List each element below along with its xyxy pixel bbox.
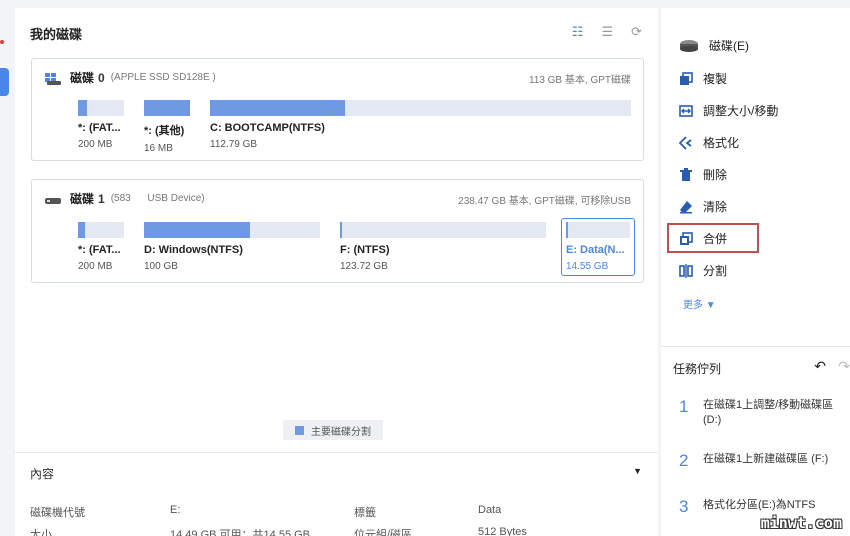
prop-label: 位元組/磁區	[354, 529, 413, 536]
more-actions-link[interactable]: 更多 ▼	[683, 296, 716, 311]
disk-model: (583 USB Device)	[110, 193, 205, 204]
divider	[661, 346, 850, 347]
disk-model: (APPLE SSD SD128E )	[110, 72, 216, 83]
windows-disk-icon	[44, 72, 62, 85]
merge-highlight-box	[667, 223, 759, 253]
page-title: 我的磁碟	[30, 27, 83, 42]
active-nav-tab[interactable]	[0, 68, 9, 96]
task-item[interactable]: 2 在磁碟1上新建磁碟區 (F:)	[679, 452, 849, 470]
disk-panel: 我的磁碟 ☷ ☰ ⟳ 磁碟 0 (APPLE SSD SD128E ) 113 …	[15, 8, 658, 536]
disk-header: 磁碟 1 (583 USB Device)	[44, 190, 205, 207]
disk-info: 113 GB 基本, GPT磁碟	[528, 75, 631, 86]
disk-name: 磁碟	[70, 192, 95, 206]
partition-name: *: (其他)	[144, 125, 185, 137]
disk-number: 0	[98, 70, 105, 85]
partition-size: 200 MB	[78, 261, 113, 272]
format-icon	[679, 135, 693, 150]
partition[interactable]: *: (FAT... 200 MB	[78, 100, 124, 150]
task-number: 3	[679, 497, 689, 516]
clone-icon	[679, 71, 693, 86]
action-disk-label: 磁碟(E)	[709, 39, 749, 53]
partition-size: 123.72 GB	[340, 261, 388, 272]
disk-info: 238.47 GB 基本, GPT磁碟, 可移除USB	[458, 196, 631, 207]
action-label: 複製	[703, 72, 728, 86]
action-label: 調整大小/移動	[703, 104, 779, 118]
task-number: 1	[679, 397, 689, 416]
prop-value: Data	[478, 504, 502, 516]
task-text: 在磁碟1上調整/移動磁碟區(D:)	[703, 399, 834, 426]
partition-size: 112.79 GB	[210, 139, 258, 150]
triangle-down-icon: ▼	[705, 300, 716, 311]
view-toolbar: ☷ ☰ ⟳	[572, 25, 642, 39]
disk-number: 1	[98, 191, 105, 206]
disk-header: 磁碟 0 (APPLE SSD SD128E )	[44, 69, 216, 86]
task-text: 格式化分區(E:)為NTFS	[703, 499, 816, 511]
action-disk-header: 磁碟(E)	[679, 37, 749, 54]
partition[interactable]: D: Windows(NTFS) 100 GB	[144, 222, 320, 272]
partition[interactable]: F: (NTFS) 123.72 GB	[340, 222, 546, 272]
action-label: 分割	[703, 264, 728, 278]
list-view-icon[interactable]: ☰	[601, 25, 613, 39]
left-strip	[0, 0, 15, 536]
prop-label: 標籤	[354, 507, 376, 519]
partition-size: 14.55 GB	[566, 261, 609, 272]
resize-icon	[679, 104, 693, 118]
partition-name: E: Data(N...	[566, 244, 625, 256]
partition-size: 16 MB	[144, 143, 173, 154]
action-delete[interactable]: 刪除	[679, 166, 727, 183]
partition-name: D: Windows(NTFS)	[144, 244, 243, 256]
eraser-icon	[679, 200, 693, 214]
action-format[interactable]: 格式化	[679, 134, 739, 151]
legend-swatch	[295, 425, 304, 435]
content-section-header[interactable]: 內容 ▼	[15, 452, 658, 488]
action-wipe[interactable]: 清除	[679, 198, 727, 215]
disk-name: 磁碟	[70, 71, 95, 85]
disk-card-0[interactable]: 磁碟 0 (APPLE SSD SD128E ) 113 GB 基本, GPT磁…	[31, 58, 644, 161]
prop-value: 512 Bytes	[478, 526, 527, 536]
action-clone[interactable]: 複製	[679, 70, 727, 87]
action-label: 格式化	[703, 136, 740, 150]
task-item[interactable]: 1 在磁碟1上調整/移動磁碟區(D:)	[679, 398, 849, 428]
partition-size: 200 MB	[78, 139, 113, 150]
task-text: 在磁碟1上新建磁碟區 (F:)	[703, 453, 829, 465]
partition-size: 100 GB	[144, 261, 178, 272]
disk-card-1[interactable]: 磁碟 1 (583 USB Device) 238.47 GB 基本, GPT磁…	[31, 179, 644, 283]
task-queue-title: 任務佇列	[673, 362, 722, 376]
legend-label: 主要磁碟分割	[311, 426, 371, 438]
caret-down-icon[interactable]: ▼	[633, 466, 642, 476]
undo-icon[interactable]: ↶	[814, 358, 826, 375]
notification-dot	[0, 40, 4, 44]
prop-value: 14.49 GB 可用：共14.55 GB	[170, 529, 311, 536]
grid-view-icon[interactable]: ☷	[572, 25, 584, 39]
prop-label: 大小	[30, 529, 52, 536]
action-split[interactable]: 分割	[679, 262, 727, 279]
watermark: minwt.com	[760, 514, 842, 532]
refresh-icon[interactable]: ⟳	[631, 25, 642, 39]
action-resize-move[interactable]: 調整大小/移動	[679, 102, 778, 119]
partition[interactable]: C: BOOTCAMP(NTFS) 112.79 GB	[210, 100, 631, 150]
prop-label: 磁碟機代號	[30, 507, 85, 519]
section-title: 內容	[30, 467, 55, 481]
more-label: 更多	[683, 300, 703, 311]
legend: 主要磁碟分割	[283, 420, 383, 440]
partition[interactable]: *: (FAT... 200 MB	[78, 222, 124, 272]
usb-disk-icon	[44, 193, 62, 205]
partition[interactable]: *: (其他) 16 MB	[144, 100, 190, 154]
prop-value: E:	[170, 504, 181, 516]
partition-selected[interactable]: E: Data(N... 14.55 GB	[561, 218, 635, 276]
split-icon	[679, 263, 693, 278]
action-label: 刪除	[703, 168, 728, 182]
task-number: 2	[679, 451, 689, 470]
partition-name: *: (FAT...	[78, 244, 121, 256]
disk-drive-icon	[679, 39, 699, 53]
partition-name: *: (FAT...	[78, 122, 121, 134]
partition-name: C: BOOTCAMP(NTFS)	[210, 122, 325, 134]
redo-icon[interactable]: ↷	[838, 358, 850, 375]
action-label: 清除	[703, 200, 728, 214]
action-panel: 磁碟(E) 複製 調整大小/移動 格式化 刪除 清除 合併 分割 更多 ▼ 任務…	[661, 8, 850, 536]
partition-name: F: (NTFS)	[340, 244, 390, 256]
trash-icon	[679, 167, 693, 182]
